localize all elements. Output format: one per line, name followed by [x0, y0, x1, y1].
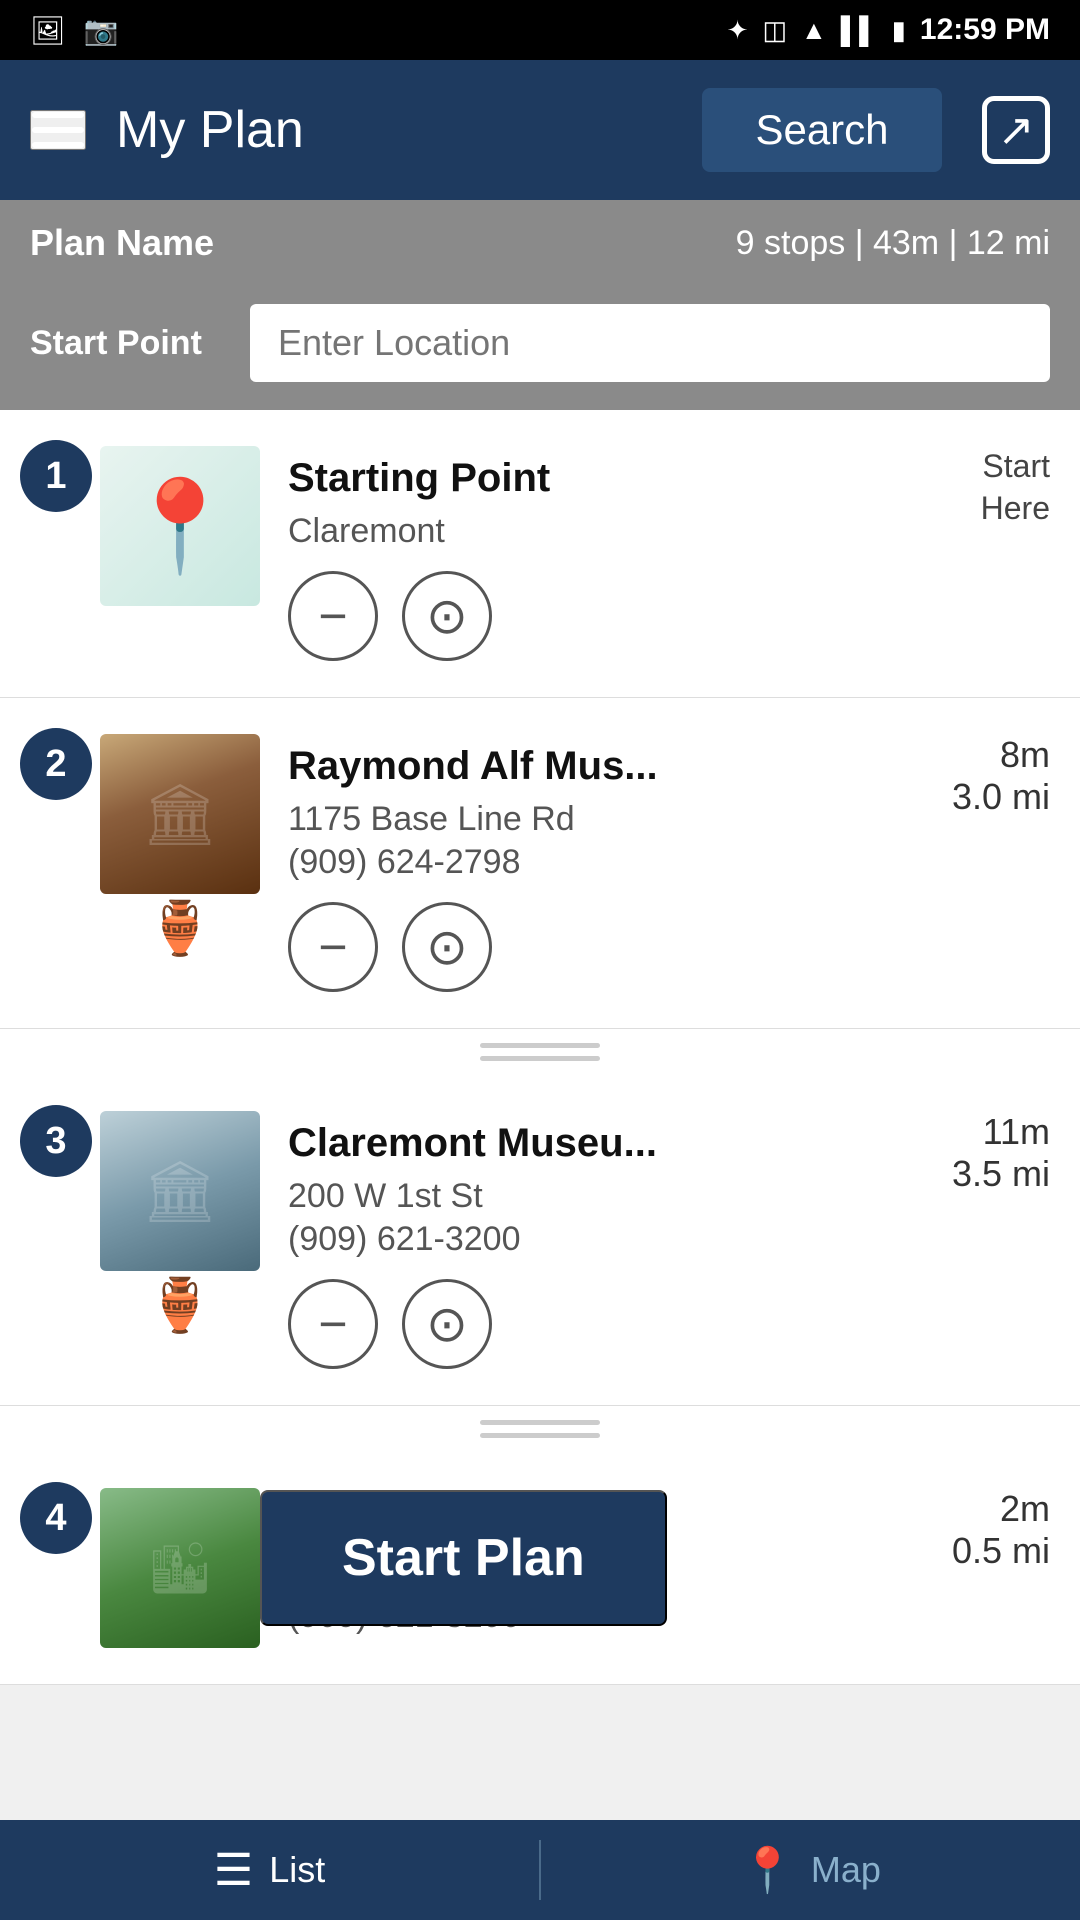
nav-map-item[interactable]: 📍 Map	[541, 1844, 1080, 1896]
search-button[interactable]: Search	[702, 88, 942, 172]
stop-number-1: 1	[20, 440, 92, 512]
stop-dist-2: 3.0 mi	[952, 776, 1050, 818]
camera-icon: 📷	[84, 14, 119, 47]
minus-icon: −	[318, 1295, 347, 1353]
menu-button[interactable]	[30, 110, 86, 150]
stop-info-1: Starting Point Claremont − ⊙	[288, 446, 965, 661]
plan-info-bar: Plan Name 9 stops | 43m | 12 mi	[0, 200, 1080, 286]
stop-thumbnail-1: 📍	[100, 446, 260, 606]
status-bar: 🖼 📷 ✦ ◫ ▲ ▌▌ ▮ 12:59 PM	[0, 0, 1080, 60]
start-point-label: Start Point	[30, 324, 230, 363]
list-icon: ☰	[214, 1845, 253, 1896]
stop-thumbnail-3: 🏛	[100, 1111, 260, 1271]
stop-info-3: Claremont Museu... 200 W 1st St (909) 62…	[288, 1111, 936, 1369]
stop-name-2: Raymond Alf Mus...	[288, 740, 936, 792]
minus-icon: −	[318, 587, 347, 645]
category-icon-2: 🏺	[100, 898, 260, 959]
map-pin-icon: 📍	[124, 474, 236, 579]
stop-name-1: Starting Point	[288, 452, 965, 504]
stop-actions-3: 11m 3.5 mi	[952, 1111, 1050, 1195]
nav-list-item[interactable]: ☰ List	[0, 1845, 539, 1896]
stop-start-here: StartHere	[981, 446, 1050, 529]
plan-name-label: Plan Name	[30, 222, 214, 264]
stop-item-4: 4 🏙 The 211 (909) 621-3200 2m 0.5 mi Sta…	[0, 1452, 1080, 1685]
drag-handle-2[interactable]	[0, 1029, 1080, 1075]
category-icon-3: 🏺	[100, 1275, 260, 1336]
signal-icon: ▌▌	[841, 15, 878, 46]
stop-info-2: Raymond Alf Mus... 1175 Base Line Rd (90…	[288, 734, 936, 992]
share-button[interactable]	[982, 96, 1050, 164]
start-plan-button[interactable]: Start Plan	[260, 1490, 667, 1626]
share-icon	[982, 96, 1050, 164]
header: My Plan Search	[0, 60, 1080, 200]
stop-thumbnail-4: 🏙	[100, 1488, 260, 1648]
aerial-thumb-icon: 🏙	[148, 1539, 211, 1598]
drag-handle-3[interactable]	[0, 1406, 1080, 1452]
nfc-icon: ◫	[762, 15, 787, 46]
stop-name-3: Claremont Museu...	[288, 1117, 936, 1169]
minus-icon: −	[318, 918, 347, 976]
plan-stats: 9 stops | 43m | 12 mi	[736, 224, 1050, 263]
stop-address-2: 1175 Base Line Rd	[288, 800, 936, 839]
stop-subtitle-1: Claremont	[288, 512, 965, 551]
stop-time-4: 2m	[952, 1488, 1050, 1530]
stop-time-3: 11m	[952, 1111, 1050, 1153]
stop-dist-4: 0.5 mi	[952, 1530, 1050, 1572]
remove-stop-2-button[interactable]: −	[288, 902, 378, 992]
stop-actions-1: StartHere	[981, 446, 1050, 529]
nav-list-label: List	[269, 1849, 325, 1891]
museum2-thumb-icon: 🏛	[142, 1156, 218, 1227]
photo-icon: 🖼	[30, 14, 66, 47]
status-time: 12:59 PM	[920, 13, 1050, 47]
wifi-icon: ▲	[801, 15, 827, 46]
status-left-icons: 🖼 📷	[30, 14, 118, 47]
stop-phone-3: (909) 621-3200	[288, 1220, 936, 1259]
remove-stop-3-button[interactable]: −	[288, 1279, 378, 1369]
start-point-bar: Start Point	[0, 286, 1080, 410]
location-stop-1-button[interactable]: ⊙	[402, 571, 492, 661]
stop-time-2: 8m	[952, 734, 1050, 776]
stop-actions-4: 2m 0.5 mi	[952, 1488, 1050, 1572]
stop-thumbnail-2: 🏛	[100, 734, 260, 894]
remove-stop-1-button[interactable]: −	[288, 571, 378, 661]
stop-number-2: 2	[20, 728, 92, 800]
start-point-input[interactable]	[250, 304, 1050, 382]
battery-icon: ▮	[892, 15, 906, 46]
nav-map-label: Map	[811, 1849, 881, 1891]
location-stop-2-button[interactable]: ⊙	[402, 902, 492, 992]
map-icon: 📍	[740, 1844, 795, 1896]
stop-address-3: 200 W 1st St	[288, 1177, 936, 1216]
stop-item-1: 1 📍 Starting Point Claremont − ⊙ StartHe…	[0, 410, 1080, 698]
stop-phone-2: (909) 624-2798	[288, 843, 936, 882]
location-pin-icon-3: ⊙	[426, 1295, 468, 1353]
stop-item-2: 2 🏛 🏺 Raymond Alf Mus... 1175 Base Line …	[0, 698, 1080, 1029]
stop-number-3: 3	[20, 1105, 92, 1177]
app-title: My Plan	[116, 100, 682, 160]
status-right-icons: ✦ ◫ ▲ ▌▌ ▮ 12:59 PM	[727, 13, 1050, 47]
bluetooth-icon: ✦	[727, 15, 749, 46]
stop-number-4: 4	[20, 1482, 92, 1554]
location-pin-icon-2: ⊙	[426, 918, 468, 976]
bottom-nav: ☰ List 📍 Map	[0, 1820, 1080, 1920]
stops-list: 1 📍 Starting Point Claremont − ⊙ StartHe…	[0, 410, 1080, 1685]
museum-thumb-icon: 🏛	[142, 779, 218, 850]
stop-actions-2: 8m 3.0 mi	[952, 734, 1050, 818]
stop-item-3: 3 🏛 🏺 Claremont Museu... 200 W 1st St (9…	[0, 1075, 1080, 1406]
stop-dist-3: 3.5 mi	[952, 1153, 1050, 1195]
location-stop-3-button[interactable]: ⊙	[402, 1279, 492, 1369]
location-pin-icon: ⊙	[426, 587, 468, 645]
